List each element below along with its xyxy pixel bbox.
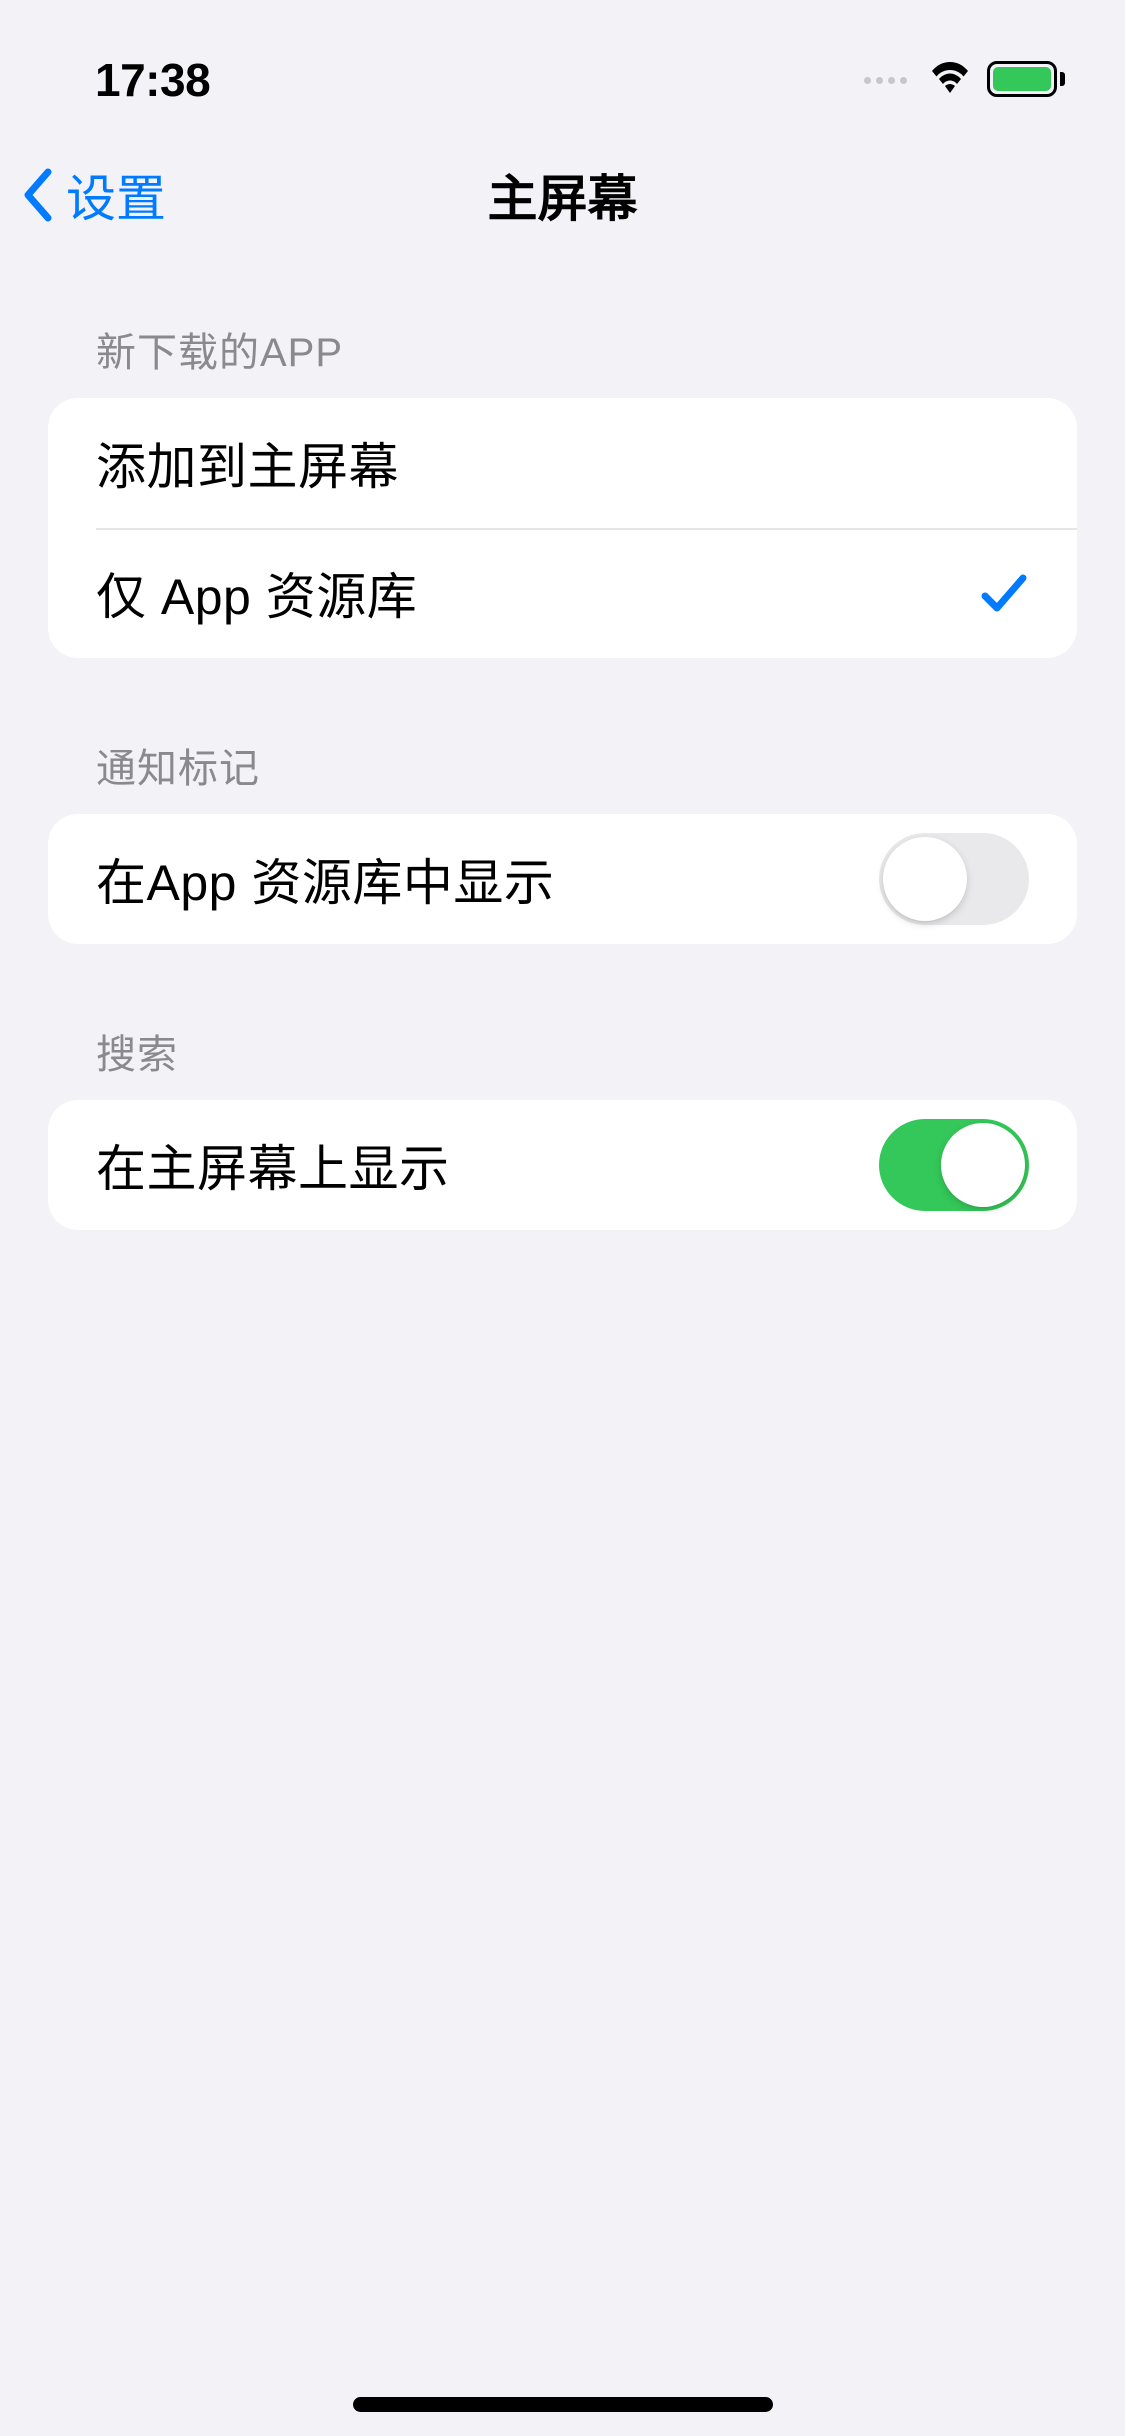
section-body: 在App 资源库中显示	[48, 814, 1077, 944]
back-button[interactable]: 设置	[20, 159, 166, 231]
row-show-in-app-library: 在App 资源库中显示	[48, 814, 1077, 944]
checkmark-icon	[979, 568, 1029, 618]
section-newly-downloaded: 新下载的APP 添加到主屏幕 仅 App 资源库	[48, 302, 1077, 658]
wifi-icon	[927, 61, 973, 99]
section-notification-badges: 通知标记 在App 资源库中显示	[48, 718, 1077, 944]
battery-icon	[987, 61, 1065, 99]
chevron-left-icon	[20, 168, 56, 222]
page-title: 主屏幕	[488, 159, 638, 231]
section-header-search: 搜索	[48, 1004, 1077, 1100]
back-label: 设置	[66, 159, 166, 231]
section-body: 在主屏幕上显示	[48, 1100, 1077, 1230]
status-bar: 17:38	[0, 0, 1125, 130]
toggle-show-in-app-library[interactable]	[879, 833, 1029, 925]
status-right	[864, 61, 1065, 99]
row-label: 在主屏幕上显示	[96, 1129, 450, 1201]
toggle-show-on-home-screen[interactable]	[879, 1119, 1029, 1211]
row-show-on-home-screen: 在主屏幕上显示	[48, 1100, 1077, 1230]
section-header-newly-downloaded: 新下载的APP	[48, 302, 1077, 398]
option-app-library-only[interactable]: 仅 App 资源库	[48, 528, 1077, 658]
toggle-knob	[941, 1123, 1025, 1207]
toggle-knob	[883, 837, 967, 921]
nav-bar: 设置 主屏幕	[0, 130, 1125, 260]
home-indicator[interactable]	[353, 2397, 773, 2412]
section-search: 搜索 在主屏幕上显示	[48, 1004, 1077, 1230]
option-add-to-home-screen[interactable]: 添加到主屏幕	[48, 398, 1077, 528]
row-label: 仅 App 资源库	[96, 557, 417, 629]
status-time: 17:38	[95, 53, 210, 107]
cellular-dots-icon	[864, 77, 907, 84]
section-body: 添加到主屏幕 仅 App 资源库	[48, 398, 1077, 658]
row-label: 添加到主屏幕	[96, 427, 399, 499]
content: 新下载的APP 添加到主屏幕 仅 App 资源库 通知标记 在App 资源库中显…	[0, 302, 1125, 1230]
row-label: 在App 资源库中显示	[96, 843, 554, 915]
section-header-notification-badges: 通知标记	[48, 718, 1077, 814]
